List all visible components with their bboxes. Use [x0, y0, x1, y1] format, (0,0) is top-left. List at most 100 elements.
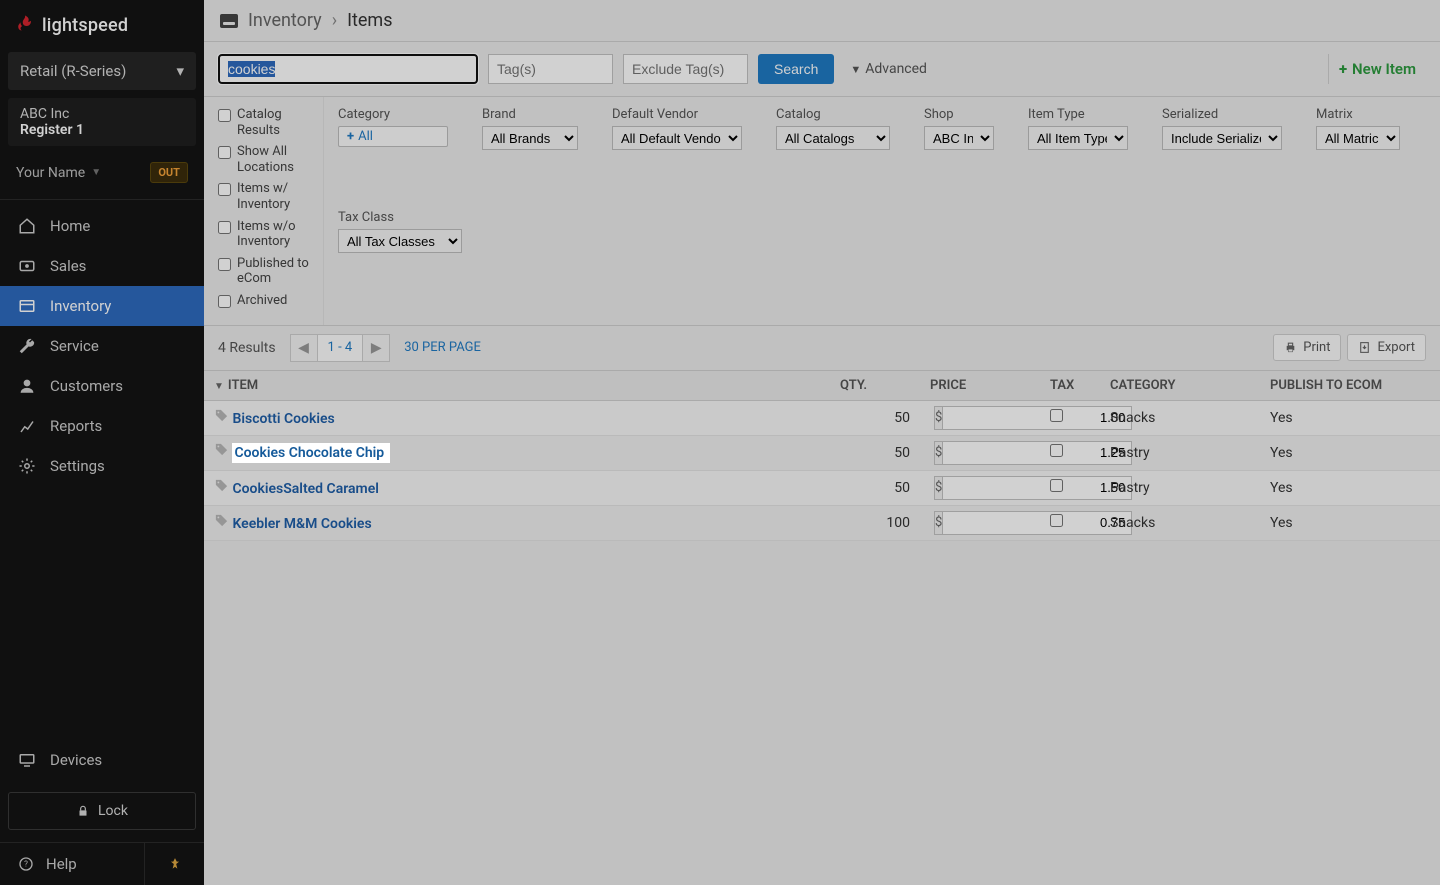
vendor-select[interactable]: All Default Vendors — [612, 126, 742, 150]
currency-label: $ — [934, 406, 942, 430]
currency-label: $ — [934, 511, 942, 535]
nav-home[interactable]: Home — [0, 206, 204, 246]
store-box[interactable]: ABC Inc Register 1 — [8, 98, 196, 146]
pin-button[interactable] — [144, 843, 204, 885]
check-published-ecom[interactable]: Published to eCom — [218, 256, 315, 287]
tax-checkbox[interactable] — [1050, 514, 1063, 527]
tax-checkbox[interactable] — [1050, 409, 1063, 422]
qty-cell: 50 — [830, 435, 920, 470]
search-input[interactable] — [218, 54, 478, 84]
export-button[interactable]: Export — [1347, 334, 1426, 361]
nav-inventory[interactable]: Inventory — [0, 286, 204, 326]
nav-customers[interactable]: Customers — [0, 366, 204, 406]
help-icon: ? — [18, 856, 34, 872]
tax-checkbox[interactable] — [1050, 479, 1063, 492]
nav-devices[interactable]: Devices — [8, 740, 196, 780]
check-items-with-inventory[interactable]: Items w/ Inventory — [218, 181, 315, 212]
check-items-without-inventory[interactable]: Items w/o Inventory — [218, 219, 315, 250]
brand-select[interactable]: All Brands — [482, 126, 578, 150]
clock-out-badge[interactable]: OUT — [150, 162, 188, 183]
check-catalog-results[interactable]: Catalog Results — [218, 107, 315, 138]
chevron-down-icon: ▾ — [176, 62, 184, 80]
col-publish[interactable]: PUBLISH TO ECOM — [1260, 371, 1440, 401]
new-item-button[interactable]: + New Item — [1328, 54, 1426, 84]
user-icon — [18, 377, 36, 395]
col-qty[interactable]: QTY. — [830, 371, 920, 401]
qty-cell: 50 — [830, 400, 920, 435]
breadcrumb-current: Items — [347, 10, 392, 31]
help-button[interactable]: ? Help — [0, 843, 144, 885]
advanced-label: Advanced — [865, 61, 927, 77]
qty-cell: 50 — [830, 470, 920, 505]
price-input[interactable] — [942, 511, 1132, 535]
exclude-tags-input[interactable] — [623, 54, 748, 84]
item-link[interactable]: Biscotti Cookies — [232, 411, 334, 427]
matrix-label: Matrix — [1316, 107, 1400, 122]
tag-icon[interactable] — [214, 516, 229, 532]
col-item[interactable]: ▼ITEM — [204, 371, 830, 401]
check-archived[interactable]: Archived — [218, 293, 315, 309]
pager-range[interactable]: 1 - 4 — [318, 334, 363, 362]
breadcrumb-section[interactable]: Inventory — [248, 10, 322, 31]
tag-icon[interactable] — [214, 445, 229, 461]
tax-checkbox[interactable] — [1050, 444, 1063, 457]
currency-label: $ — [934, 441, 942, 465]
chevron-right-icon: › — [332, 10, 337, 31]
wrench-icon — [18, 337, 36, 355]
col-price[interactable]: PRICE — [920, 371, 1040, 401]
help-label: Help — [46, 855, 77, 873]
nav-sales-label: Sales — [50, 257, 86, 275]
matrix-select[interactable]: All Matrices — [1316, 126, 1400, 150]
type-select[interactable]: All Item Types — [1028, 126, 1128, 150]
per-page[interactable]: 30 PER PAGE — [404, 340, 481, 355]
search-button[interactable]: Search — [758, 54, 834, 84]
nav-service[interactable]: Service — [0, 326, 204, 366]
user-name-label: Your Name — [16, 165, 85, 181]
nav-settings[interactable]: Settings — [0, 446, 204, 486]
pager: ◀ 1 - 4 ▶ — [290, 334, 391, 362]
monitor-icon — [18, 751, 36, 769]
tags-input[interactable] — [488, 54, 613, 84]
tag-icon[interactable] — [214, 411, 229, 427]
items-table: ▼ITEM QTY. PRICE TAX CATEGORY PUBLISH TO… — [204, 371, 1440, 541]
col-category[interactable]: CATEGORY — [1100, 371, 1260, 401]
col-tax[interactable]: TAX — [1040, 371, 1100, 401]
taxclass-label: Tax Class — [338, 210, 462, 225]
price-input[interactable] — [942, 406, 1132, 430]
pager-next[interactable]: ▶ — [362, 334, 390, 362]
plus-icon: + — [347, 129, 354, 144]
nav-service-label: Service — [50, 337, 99, 355]
flame-icon — [16, 12, 34, 38]
shop-select[interactable]: ABC Inc — [924, 126, 994, 150]
print-icon — [1284, 341, 1297, 354]
serial-select[interactable]: Include Serialized — [1162, 126, 1282, 150]
new-item-label: New Item — [1352, 60, 1416, 78]
tag-icon[interactable] — [214, 481, 229, 497]
nav-reports[interactable]: Reports — [0, 406, 204, 446]
price-input[interactable] — [942, 441, 1132, 465]
table-row: Cookies Chocolate Chip 50 $ Pastry Yes — [204, 435, 1440, 470]
publish-cell: Yes — [1260, 505, 1440, 540]
item-link[interactable]: Cookies Chocolate Chip — [232, 443, 390, 463]
price-input[interactable] — [942, 476, 1132, 500]
chevron-down-icon: ▼ — [850, 63, 861, 76]
print-button[interactable]: Print — [1273, 334, 1341, 361]
nav-sales[interactable]: Sales — [0, 246, 204, 286]
check-show-all-locations[interactable]: Show All Locations — [218, 144, 315, 175]
chart-icon — [18, 417, 36, 435]
catalog-select[interactable]: All Catalogs — [776, 126, 890, 150]
item-link[interactable]: Keebler M&M Cookies — [232, 516, 371, 532]
chevron-down-icon: ▼ — [91, 167, 101, 178]
taxclass-select[interactable]: All Tax Classes — [338, 229, 462, 253]
lock-button[interactable]: Lock — [8, 792, 196, 830]
advanced-toggle[interactable]: ▼ Advanced — [850, 61, 927, 77]
mode-selector[interactable]: Retail (R-Series) ▾ — [8, 52, 196, 90]
category-all-button[interactable]: +All — [338, 126, 448, 147]
user-menu[interactable]: Your Name ▼ — [16, 165, 101, 181]
vendor-label: Default Vendor — [612, 107, 742, 122]
brand-label: Brand — [482, 107, 578, 122]
lock-label: Lock — [98, 803, 128, 819]
item-link[interactable]: CookiesSalted Caramel — [232, 481, 378, 497]
pager-prev[interactable]: ◀ — [290, 334, 318, 362]
shop-label: Shop — [924, 107, 994, 122]
